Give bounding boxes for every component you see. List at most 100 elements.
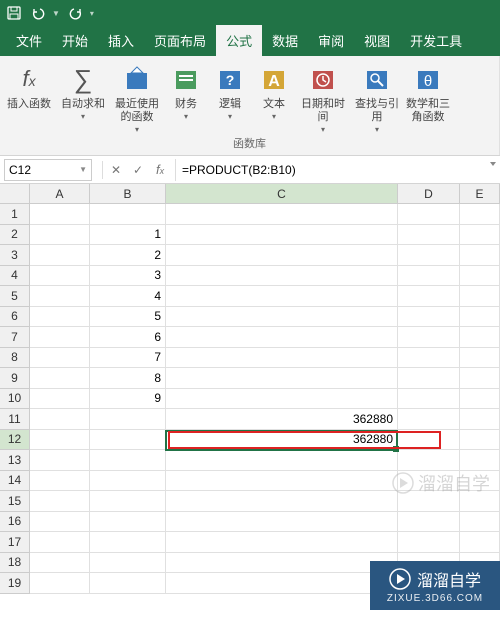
cell-A4[interactable]	[30, 266, 90, 287]
cell-D4[interactable]	[398, 266, 460, 287]
tab-developer[interactable]: 开发工具	[400, 25, 472, 56]
cell-E1[interactable]	[460, 204, 500, 225]
cell-D14[interactable]	[398, 471, 460, 492]
cell-B8[interactable]: 7	[90, 348, 166, 369]
cell-B12[interactable]	[90, 430, 166, 451]
row-header[interactable]: 1	[0, 204, 30, 225]
cell-D9[interactable]	[398, 368, 460, 389]
cell-C7[interactable]	[166, 327, 398, 348]
cell-B7[interactable]: 6	[90, 327, 166, 348]
cell-A7[interactable]	[30, 327, 90, 348]
col-header-B[interactable]: B	[90, 184, 166, 204]
cell-A2[interactable]	[30, 225, 90, 246]
row-header[interactable]: 8	[0, 348, 30, 369]
redo-icon[interactable]	[68, 5, 84, 21]
undo-dropdown[interactable]: ▼	[52, 9, 60, 18]
row-header[interactable]: 6	[0, 307, 30, 328]
cell-B5[interactable]: 4	[90, 286, 166, 307]
cell-C13[interactable]	[166, 450, 398, 471]
cell-C17[interactable]	[166, 532, 398, 553]
row-header[interactable]: 18	[0, 553, 30, 574]
cell-C10[interactable]	[166, 389, 398, 410]
cell-E12[interactable]	[460, 430, 500, 451]
cell-B18[interactable]	[90, 553, 166, 574]
cell-C16[interactable]	[166, 512, 398, 533]
cell-D8[interactable]	[398, 348, 460, 369]
cell-C14[interactable]	[166, 471, 398, 492]
tab-review[interactable]: 审阅	[308, 25, 354, 56]
cell-A8[interactable]	[30, 348, 90, 369]
cell-A16[interactable]	[30, 512, 90, 533]
cell-E6[interactable]	[460, 307, 500, 328]
cell-E8[interactable]	[460, 348, 500, 369]
row-header[interactable]: 2	[0, 225, 30, 246]
cell-A12[interactable]	[30, 430, 90, 451]
cell-D16[interactable]	[398, 512, 460, 533]
cell-E11[interactable]	[460, 409, 500, 430]
cell-E3[interactable]	[460, 245, 500, 266]
cell-A11[interactable]	[30, 409, 90, 430]
cell-B4[interactable]: 3	[90, 266, 166, 287]
cell-E15[interactable]	[460, 491, 500, 512]
cell-A1[interactable]	[30, 204, 90, 225]
cell-B14[interactable]	[90, 471, 166, 492]
cell-A5[interactable]	[30, 286, 90, 307]
datetime-button[interactable]: 日期和时间 ▾	[298, 60, 348, 134]
tab-layout[interactable]: 页面布局	[144, 25, 216, 56]
col-header-E[interactable]: E	[460, 184, 500, 204]
cell-C2[interactable]	[166, 225, 398, 246]
cell-D2[interactable]	[398, 225, 460, 246]
cell-D15[interactable]	[398, 491, 460, 512]
row-header[interactable]: 3	[0, 245, 30, 266]
enter-icon[interactable]: ✓	[129, 161, 147, 179]
cell-E16[interactable]	[460, 512, 500, 533]
cell-A9[interactable]	[30, 368, 90, 389]
save-icon[interactable]	[6, 5, 22, 21]
cell-C4[interactable]	[166, 266, 398, 287]
row-header[interactable]: 15	[0, 491, 30, 512]
cell-C12[interactable]: 362880	[166, 430, 398, 451]
logical-button[interactable]: ? 逻辑 ▾	[210, 60, 250, 121]
cell-A6[interactable]	[30, 307, 90, 328]
autosum-button[interactable]: ∑ 自动求和 ▾	[58, 60, 108, 121]
cell-E2[interactable]	[460, 225, 500, 246]
formula-input[interactable]	[175, 159, 500, 181]
cell-D12[interactable]	[398, 430, 460, 451]
row-header[interactable]: 12	[0, 430, 30, 451]
row-header[interactable]: 11	[0, 409, 30, 430]
cell-D17[interactable]	[398, 532, 460, 553]
cell-E14[interactable]	[460, 471, 500, 492]
cell-A13[interactable]	[30, 450, 90, 471]
col-header-D[interactable]: D	[398, 184, 460, 204]
select-all-triangle[interactable]	[0, 184, 30, 204]
cell-D6[interactable]	[398, 307, 460, 328]
qat-customize[interactable]: ▾	[90, 9, 94, 18]
financial-button[interactable]: 财务 ▾	[166, 60, 206, 121]
tab-data[interactable]: 数据	[262, 25, 308, 56]
cell-A18[interactable]	[30, 553, 90, 574]
cell-C11[interactable]: 362880	[166, 409, 398, 430]
cell-C3[interactable]	[166, 245, 398, 266]
cell-B17[interactable]	[90, 532, 166, 553]
cell-B10[interactable]: 9	[90, 389, 166, 410]
tab-home[interactable]: 开始	[52, 25, 98, 56]
cell-C1[interactable]	[166, 204, 398, 225]
cell-A15[interactable]	[30, 491, 90, 512]
tab-insert[interactable]: 插入	[98, 25, 144, 56]
cell-A19[interactable]	[30, 573, 90, 594]
cell-B19[interactable]	[90, 573, 166, 594]
recent-button[interactable]: 最近使用的函数 ▾	[112, 60, 162, 134]
row-header[interactable]: 5	[0, 286, 30, 307]
cell-E9[interactable]	[460, 368, 500, 389]
row-header[interactable]: 14	[0, 471, 30, 492]
lookup-button[interactable]: 查找与引用 ▾	[352, 60, 402, 134]
cell-B1[interactable]	[90, 204, 166, 225]
insert-function-button[interactable]: fx 插入函数	[4, 60, 54, 111]
expand-formula-bar[interactable]	[488, 158, 498, 168]
row-header[interactable]: 19	[0, 573, 30, 594]
cell-E7[interactable]	[460, 327, 500, 348]
cell-D13[interactable]	[398, 450, 460, 471]
col-header-A[interactable]: A	[30, 184, 90, 204]
cell-A14[interactable]	[30, 471, 90, 492]
cell-B15[interactable]	[90, 491, 166, 512]
